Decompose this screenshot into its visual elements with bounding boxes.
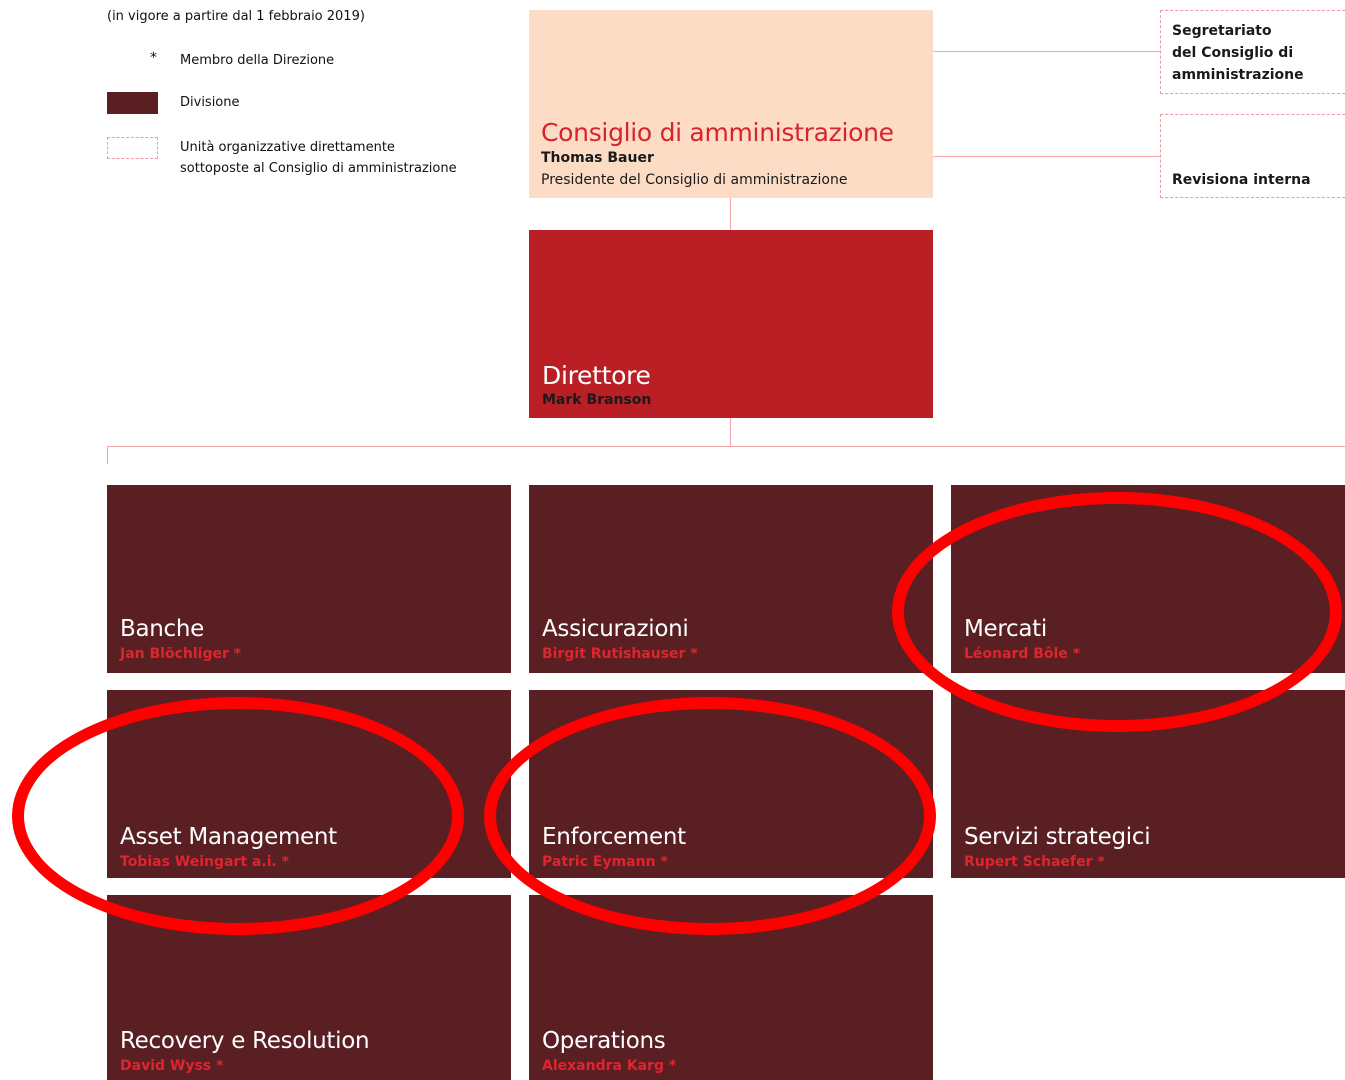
division-banche[interactable]: Banche Jan Blöchliger * (107, 485, 511, 673)
legend-star-label: Membro della Direzione (180, 53, 335, 68)
director-title: Direttore (542, 361, 651, 390)
legend-unit-swatch (107, 137, 158, 159)
secretariat-line1: Segretariato (1172, 23, 1272, 39)
internal-audit-label: Revisiona interna (1172, 172, 1311, 188)
division-head: David Wyss * (120, 1058, 224, 1074)
highlight-ellipse-asset-management (12, 697, 464, 935)
division-head: Jan Blöchliger * (120, 646, 242, 662)
connector-director-bus (730, 418, 731, 446)
legend-date: (in vigore a partire dal 1 febbraio 2019… (107, 9, 365, 24)
division-head: Birgit Rutishauser * (542, 646, 698, 662)
board-box[interactable] (529, 10, 933, 198)
connector-board-secretariat (933, 51, 1160, 52)
division-title: Operations (542, 1028, 666, 1054)
board-chair-role: Presidente del Consiglio di amministrazi… (541, 172, 848, 188)
connector-board-director (730, 198, 731, 230)
division-title: Servizi strategici (964, 824, 1151, 850)
connector-bus-left-drop (107, 446, 108, 464)
legend-division-label: Divisione (180, 95, 240, 110)
division-head: Alexandra Karg * (542, 1058, 677, 1074)
secretariat-line3: amministrazione (1172, 67, 1304, 83)
division-assicurazioni[interactable]: Assicurazioni Birgit Rutishauser * (529, 485, 933, 673)
legend-unit-label-line2: sottoposte al Consiglio di amministrazio… (180, 161, 457, 176)
division-title: Banche (120, 616, 205, 642)
legend-division-swatch (107, 92, 158, 114)
highlight-ellipse-enforcement (484, 697, 936, 935)
board-chair-name: Thomas Bauer (541, 150, 654, 166)
division-title: Assicurazioni (542, 616, 689, 642)
connector-board-audit (933, 156, 1160, 157)
secretariat-line2: del Consiglio di (1172, 45, 1294, 61)
division-title: Recovery e Resolution (120, 1028, 370, 1054)
board-title: Consiglio di amministrazione (541, 118, 894, 147)
division-head: Rupert Schaefer * (964, 854, 1105, 870)
legend-unit-label-line1: Unità organizzative direttamente (180, 140, 395, 155)
legend-star-symbol: * (150, 50, 157, 66)
director-name: Mark Branson (542, 392, 652, 408)
highlight-ellipse-mercati (892, 492, 1342, 732)
connector-division-bus (107, 446, 1345, 447)
